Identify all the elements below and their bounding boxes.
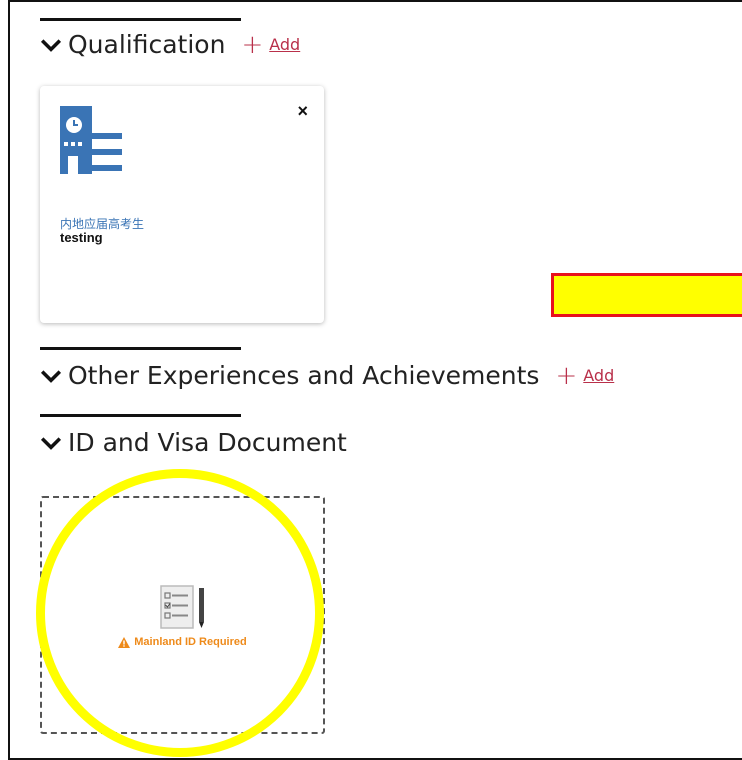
add-qualification-link[interactable]: + Add xyxy=(241,32,300,58)
section-title: Qualification xyxy=(68,30,226,59)
document-checklist-icon xyxy=(160,585,204,629)
plus-icon: + xyxy=(241,29,264,60)
chevron-down-icon[interactable] xyxy=(40,34,62,56)
warning-text: Mainland ID Required xyxy=(134,636,247,648)
id-required-warning: Mainland ID Required xyxy=(42,636,323,648)
chevron-down-icon[interactable] xyxy=(40,432,62,454)
section-divider xyxy=(40,347,241,350)
section-id-visa-header: ID and Visa Document xyxy=(40,428,347,457)
section-divider xyxy=(40,414,241,417)
school-building-icon xyxy=(60,106,122,174)
section-qualification-header: Qualification + Add xyxy=(40,30,300,59)
annotation-highlight-box xyxy=(551,273,742,317)
section-title: ID and Visa Document xyxy=(68,428,347,457)
id-document-upload-card[interactable]: Mainland ID Required xyxy=(40,496,325,734)
plus-icon: + xyxy=(555,360,578,391)
close-icon[interactable]: × xyxy=(297,102,308,120)
add-label: Add xyxy=(583,366,615,385)
add-label: Add xyxy=(269,35,301,54)
chevron-down-icon[interactable] xyxy=(40,365,62,387)
section-other-experiences-header: Other Experiences and Achievements + Add xyxy=(40,361,614,390)
warning-triangle-icon xyxy=(118,636,131,648)
add-experience-link[interactable]: + Add xyxy=(555,363,614,389)
section-title: Other Experiences and Achievements xyxy=(68,361,540,390)
qualification-card[interactable]: × 内地应届高考生 testing xyxy=(40,86,324,323)
section-divider xyxy=(40,18,241,21)
qualification-name: testing xyxy=(60,230,103,245)
